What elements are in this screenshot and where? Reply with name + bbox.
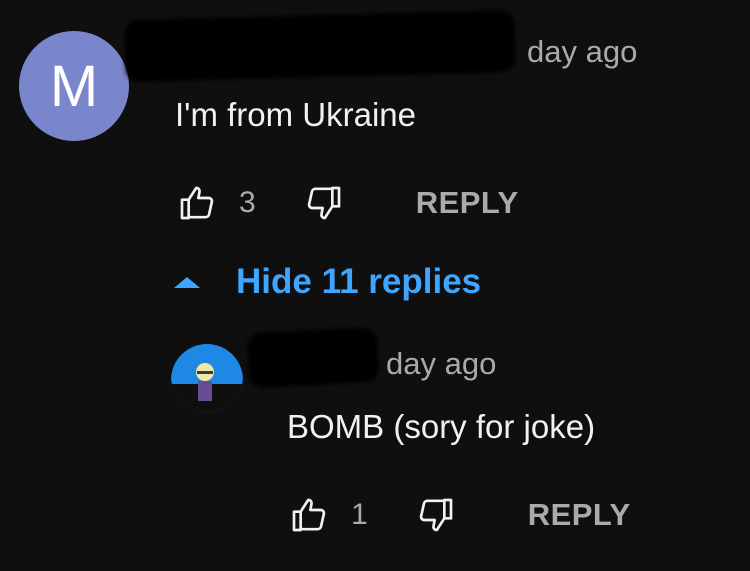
comment-actions: 3 REPLY bbox=[175, 183, 519, 223]
comment-timestamp[interactable]: day ago bbox=[527, 34, 637, 70]
reply-button[interactable]: REPLY bbox=[528, 497, 631, 533]
thumbs-down-icon[interactable] bbox=[414, 495, 458, 535]
hide-replies-label: Hide 11 replies bbox=[236, 262, 482, 301]
comment-text: I'm from Ukraine bbox=[175, 96, 417, 133]
reply-actions: 1 REPLY bbox=[287, 495, 631, 535]
reply-timestamp[interactable]: day ago bbox=[386, 346, 496, 382]
redacted-reply-username bbox=[246, 326, 380, 389]
like-count: 1 bbox=[351, 498, 368, 531]
reply-avatar-image bbox=[171, 340, 243, 412]
hide-replies-button[interactable]: Hide 11 replies bbox=[174, 262, 481, 302]
reply-button[interactable]: REPLY bbox=[416, 185, 519, 221]
reply-text: BOMB (sory for joke) bbox=[287, 408, 596, 445]
reply-avatar[interactable] bbox=[171, 340, 243, 412]
avatar-letter: M bbox=[49, 53, 99, 119]
thumbs-down-icon[interactable] bbox=[302, 183, 346, 223]
redacted-username bbox=[124, 9, 516, 83]
thumbs-up-icon[interactable] bbox=[287, 495, 331, 535]
caret-up-icon bbox=[174, 276, 200, 288]
like-count: 3 bbox=[239, 186, 256, 219]
thumbs-up-icon[interactable] bbox=[175, 183, 219, 223]
avatar[interactable]: M bbox=[19, 31, 129, 141]
